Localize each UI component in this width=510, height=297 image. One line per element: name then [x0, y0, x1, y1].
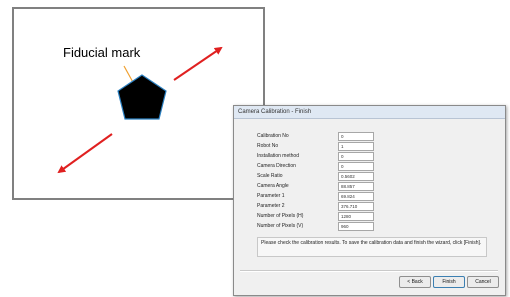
- field-label: Installation method: [257, 153, 299, 159]
- arrow-icon: [173, 46, 223, 81]
- field-row-robot-no: Robot No 1: [257, 142, 417, 152]
- field-value[interactable]: 376.710: [338, 202, 374, 211]
- field-label: Number of Pixels (V): [257, 223, 304, 229]
- field-value[interactable]: 0: [338, 132, 374, 141]
- field-row-parameter-2: Parameter 2 376.710: [257, 202, 417, 212]
- field-row-scale-ratio: Scale Ratio 0.5602: [257, 172, 417, 182]
- field-label: Camera Angle: [257, 183, 289, 189]
- pentagon-fiducial-icon: [117, 74, 167, 120]
- back-button[interactable]: < Back: [399, 276, 431, 288]
- field-label: Parameter 2: [257, 203, 285, 209]
- dialog-title: Camera Calibration - Finish: [234, 106, 505, 119]
- field-row-camera-angle: Camera Angle 88.857: [257, 182, 417, 192]
- field-label: Scale Ratio: [257, 173, 283, 179]
- field-value[interactable]: 0.5602: [338, 172, 374, 181]
- illustration-panel: Fiducial mark: [12, 7, 265, 200]
- divider: [240, 270, 498, 272]
- field-label: Robot No: [257, 143, 279, 149]
- field-row-parameter-1: Parameter 1 69.824: [257, 192, 417, 202]
- field-value[interactable]: 0: [338, 162, 374, 171]
- field-label: Parameter 1: [257, 193, 285, 199]
- field-value[interactable]: 1: [338, 142, 374, 151]
- field-value[interactable]: 88.857: [338, 182, 374, 191]
- field-row-pixels-v: Number of Pixels (V) 960: [257, 222, 417, 232]
- fiducial-mark-label: Fiducial mark: [63, 45, 141, 60]
- field-label: Number of Pixels (H): [257, 213, 304, 219]
- field-row-pixels-h: Number of Pixels (H) 1280: [257, 212, 417, 222]
- calibration-form: Calibration No 0 Robot No 1 Installation…: [257, 132, 417, 232]
- field-row-camera-direction: Camera Direction 0: [257, 162, 417, 172]
- stage: Fiducial mark Camera Calibration - Finis…: [0, 0, 510, 297]
- field-value[interactable]: 69.824: [338, 192, 374, 201]
- field-row-calibration-no: Calibration No 0: [257, 132, 417, 142]
- illustration-canvas: [57, 46, 223, 174]
- cancel-button[interactable]: Cancel: [467, 276, 499, 288]
- field-value[interactable]: 1280: [338, 212, 374, 221]
- field-value[interactable]: 960: [338, 222, 374, 231]
- field-value[interactable]: 0: [338, 152, 374, 161]
- field-label: Calibration No: [257, 133, 289, 139]
- finish-button[interactable]: Finish: [433, 276, 465, 288]
- arrow-icon: [57, 133, 113, 174]
- field-label: Camera Direction: [257, 163, 296, 169]
- field-row-installation-method: Installation method 0: [257, 152, 417, 162]
- camera-calibration-dialog: Camera Calibration - Finish Calibration …: [233, 105, 506, 296]
- finish-message: Please check the calibration results. To…: [257, 237, 487, 257]
